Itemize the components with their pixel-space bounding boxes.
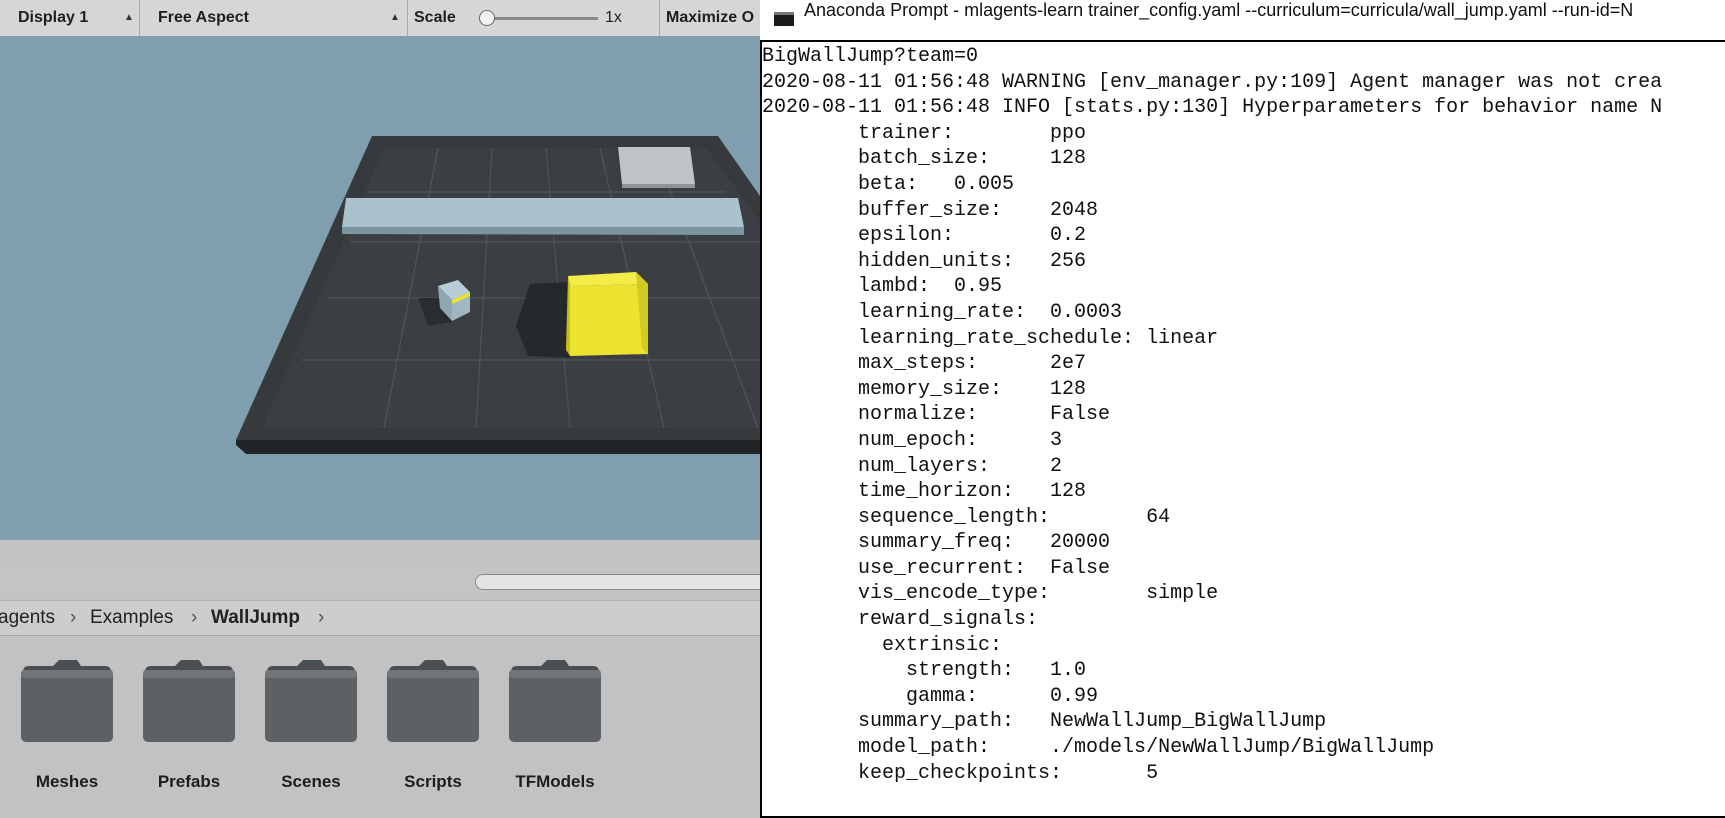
- terminal-line: 2020-08-11 01:56:48 WARNING [env_manager…: [762, 70, 1663, 94]
- terminal-line: memory_size: 128: [762, 377, 1087, 401]
- scale-slider-track[interactable]: [480, 17, 598, 20]
- terminal-line: num_layers: 2: [762, 454, 1063, 478]
- terminal-line: sequence_length: 64: [762, 505, 1171, 529]
- terminal-line: summary_freq: 20000: [762, 531, 1111, 555]
- terminal-line: extrinsic:: [762, 633, 1003, 657]
- aspect-dropdown-label: Free Aspect: [158, 9, 249, 26]
- folder-icon: [509, 660, 601, 742]
- terminal-line: reward_signals:: [762, 608, 1039, 632]
- terminal-line: use_recurrent: False: [762, 556, 1111, 580]
- folder-tfmodels[interactable]: TFModels: [500, 658, 610, 791]
- folder-label: Scenes: [281, 772, 341, 791]
- updown-arrows-icon: ▲: [124, 12, 134, 23]
- terminal-line: keep_checkpoints: 5: [762, 761, 1159, 785]
- folder-icon: [387, 660, 479, 742]
- chevron-right-icon: ›: [70, 607, 77, 628]
- folder-scenes[interactable]: Scenes: [256, 658, 366, 791]
- breadcrumb-item-examples[interactable]: Examples: [90, 601, 173, 635]
- terminal-line: beta: 0.005: [762, 172, 1015, 196]
- terminal-line: time_horizon: 128: [762, 480, 1087, 504]
- anaconda-prompt-window: Anaconda Prompt - mlagents-learn trainer…: [760, 0, 1725, 818]
- window-title: Anaconda Prompt - mlagents-learn trainer…: [804, 0, 1634, 20]
- folder-scripts[interactable]: Scripts: [378, 658, 488, 791]
- folder-icon: [21, 660, 113, 742]
- terminal-line: buffer_size: 2048: [762, 198, 1099, 222]
- unity-editor-pane: Display 1 ▲ Free Aspect ▲ Scale 1x Maxim…: [0, 0, 760, 818]
- terminal-line: epsilon: 0.2: [762, 224, 1087, 248]
- terminal-line: vis_encode_type: simple: [762, 582, 1219, 606]
- terminal-line: learning_rate: 0.0003: [762, 300, 1123, 324]
- game-view-toolbar: Display 1 ▲ Free Aspect ▲ Scale 1x Maxim…: [0, 0, 760, 37]
- scene-render: [0, 36, 760, 540]
- terminal-lines: BigWallJump?team=0 2020-08-11 01:56:48 WA…: [762, 44, 1662, 786]
- breadcrumb-item-walljump[interactable]: WallJump: [211, 601, 300, 635]
- terminal-line: hidden_units: 256: [762, 249, 1087, 273]
- scale-value: 1x: [605, 9, 622, 26]
- display-dropdown[interactable]: Display 1 ▲: [0, 0, 140, 36]
- terminal-line: gamma: 0.99: [762, 684, 1099, 708]
- terminal-output[interactable]: BigWallJump?team=0 2020-08-11 01:56:48 WA…: [760, 40, 1725, 818]
- platform-side: [236, 439, 760, 454]
- terminal-line: batch_size: 128: [762, 147, 1087, 171]
- folder-label: Prefabs: [157, 772, 221, 791]
- game-view[interactable]: [0, 36, 760, 540]
- folder-meshes[interactable]: Meshes: [12, 658, 122, 791]
- scale-label: Scale: [414, 9, 456, 26]
- terminal-line: max_steps: 2e7: [762, 352, 1087, 376]
- window-titlebar[interactable]: Anaconda Prompt - mlagents-learn trainer…: [760, 0, 1725, 40]
- scrollbar-thumb[interactable]: [475, 574, 760, 590]
- folder-label: TFModels: [515, 772, 595, 791]
- folder-icon: [265, 660, 357, 742]
- terminal-line: num_epoch: 3: [762, 428, 1063, 452]
- breadcrumb-item-agents[interactable]: agents: [0, 601, 55, 635]
- terminal-line: strength: 1.0: [762, 659, 1087, 683]
- scale-slider-thumb[interactable]: [478, 10, 495, 26]
- terminal-line: normalize: False: [762, 403, 1111, 427]
- aspect-dropdown[interactable]: Free Aspect ▲: [140, 0, 408, 36]
- chevron-right-icon: ›: [191, 607, 198, 628]
- updown-arrows-icon: ▲: [390, 12, 400, 23]
- chevron-right-icon: ›: [318, 607, 325, 628]
- terminal-line: lambd: 0.95: [762, 275, 1003, 299]
- terminal-line: model_path: ./models/NewWallJump/BigWall…: [762, 736, 1435, 760]
- terminal-line: BigWallJump?team=0: [762, 45, 979, 68]
- project-folder-grid: Meshes Prefabs Scenes Scripts TFModels: [0, 636, 760, 818]
- display-dropdown-label: Display 1: [18, 9, 89, 26]
- wall: [342, 198, 744, 227]
- folder-label: Scripts: [404, 772, 462, 791]
- breadcrumb: agents › Examples › WallJump ›: [0, 600, 760, 636]
- terminal-line: learning_rate_schedule: linear: [762, 326, 1219, 350]
- folder-prefabs[interactable]: Prefabs: [134, 658, 244, 791]
- terminal-line: 2020-08-11 01:56:48 INFO [stats.py:130] …: [762, 96, 1663, 120]
- horizontal-scrollbar[interactable]: [0, 568, 760, 594]
- terminal-line: summary_path: NewWallJump_BigWallJump: [762, 710, 1327, 734]
- terminal-line: trainer: ppo: [762, 121, 1087, 145]
- folder-label: Meshes: [35, 772, 99, 791]
- console-icon: [774, 12, 794, 26]
- maximize-label: Maximize O: [666, 9, 755, 26]
- goal-pad: [618, 147, 695, 184]
- maximize-on-play-toggle[interactable]: Maximize O: [660, 0, 760, 36]
- folder-icon: [143, 660, 235, 742]
